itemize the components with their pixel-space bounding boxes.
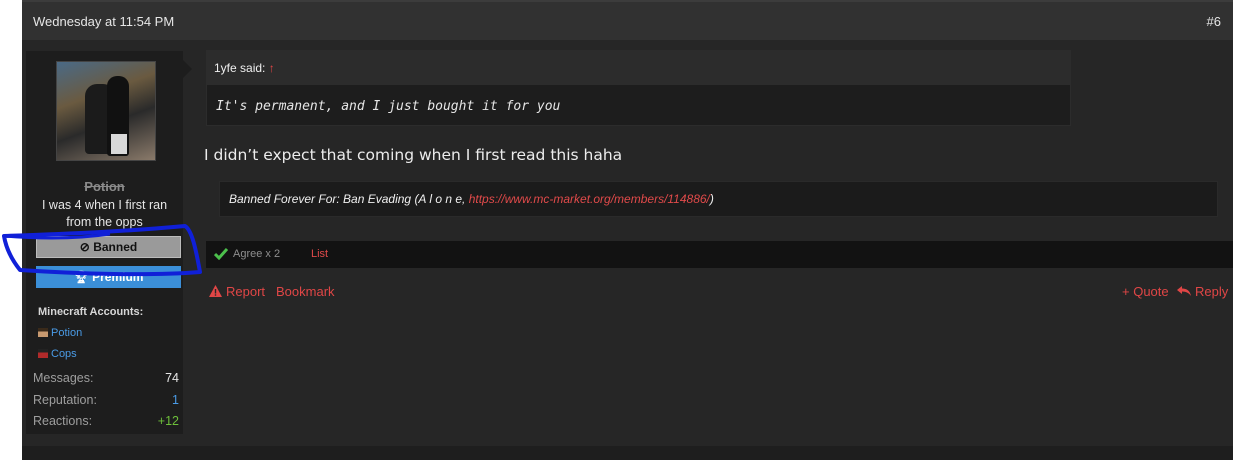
- stat-reactions: Reactions: +12: [33, 414, 179, 428]
- quote-action[interactable]: + Quote: [1122, 284, 1169, 299]
- stat-messages-value[interactable]: 74: [165, 371, 179, 385]
- stat-reputation-value[interactable]: 1: [172, 393, 179, 407]
- premium-label: Premium: [92, 270, 144, 284]
- post-number[interactable]: #6: [1207, 14, 1221, 29]
- ban-evading-link[interactable]: https://www.mc-market.org/members/114886…: [469, 192, 710, 206]
- post-message: I didn’t expect that coming when I first…: [204, 146, 623, 164]
- checkmark-icon: [214, 248, 228, 260]
- warning-icon: [209, 285, 222, 297]
- post-header: Wednesday at 11:54 PM #6: [22, 0, 1233, 40]
- banned-badge: ⊘ Banned: [36, 236, 181, 258]
- ban-icon: ⊘: [79, 240, 90, 254]
- report-action[interactable]: Report: [209, 284, 265, 299]
- user-title: I was 4 when I first ran from the opps: [41, 198, 168, 229]
- post-container: Wednesday at 11:54 PM #6 Potion I was 4 …: [22, 0, 1233, 460]
- minecraft-account-cops[interactable]: Cops: [38, 348, 77, 360]
- post-date[interactable]: Wednesday at 11:54 PM: [33, 14, 174, 29]
- skin-head-icon: [38, 349, 48, 358]
- reactions-bar: Agree x 2 List: [206, 241, 1233, 268]
- reactions-list-link[interactable]: List: [311, 241, 328, 268]
- premium-badge[interactable]: 🏆︎ Premium: [36, 266, 181, 288]
- stat-reactions-value: +12: [157, 414, 179, 428]
- avatar[interactable]: [56, 61, 156, 161]
- stat-messages: Messages: 74: [33, 371, 179, 385]
- quote-header: 1yfe said: ↑: [207, 51, 1070, 85]
- user-sidebar: Potion I was 4 when I first ran from the…: [26, 51, 183, 434]
- sidebar-pointer: [183, 60, 192, 78]
- quote-author: 1yfe said:: [214, 61, 266, 75]
- reaction-summary: Agree x 2: [233, 248, 281, 260]
- reply-action[interactable]: Reply: [1177, 284, 1228, 299]
- minecraft-accounts-label: Minecraft Accounts:: [38, 306, 144, 318]
- ban-notice: Banned Forever For: Ban Evading (A l o n…: [219, 181, 1218, 217]
- reply-arrow-icon: [1177, 286, 1191, 296]
- quote-block: 1yfe said: ↑ It's permanent, and I just …: [206, 50, 1071, 126]
- minecraft-account-potion[interactable]: Potion: [38, 327, 82, 339]
- username[interactable]: Potion: [26, 179, 183, 194]
- trophy-icon: 🏆︎: [73, 270, 89, 284]
- goto-quote-arrow-icon[interactable]: ↑: [269, 61, 275, 75]
- banned-label: Banned: [93, 240, 138, 254]
- skin-head-icon: [38, 328, 48, 337]
- bookmark-action[interactable]: Bookmark: [276, 284, 335, 299]
- stat-reputation: Reputation: 1: [33, 393, 179, 407]
- post-footer-divider: [22, 446, 1233, 460]
- quote-body: It's permanent, and I just bought it for…: [216, 99, 561, 114]
